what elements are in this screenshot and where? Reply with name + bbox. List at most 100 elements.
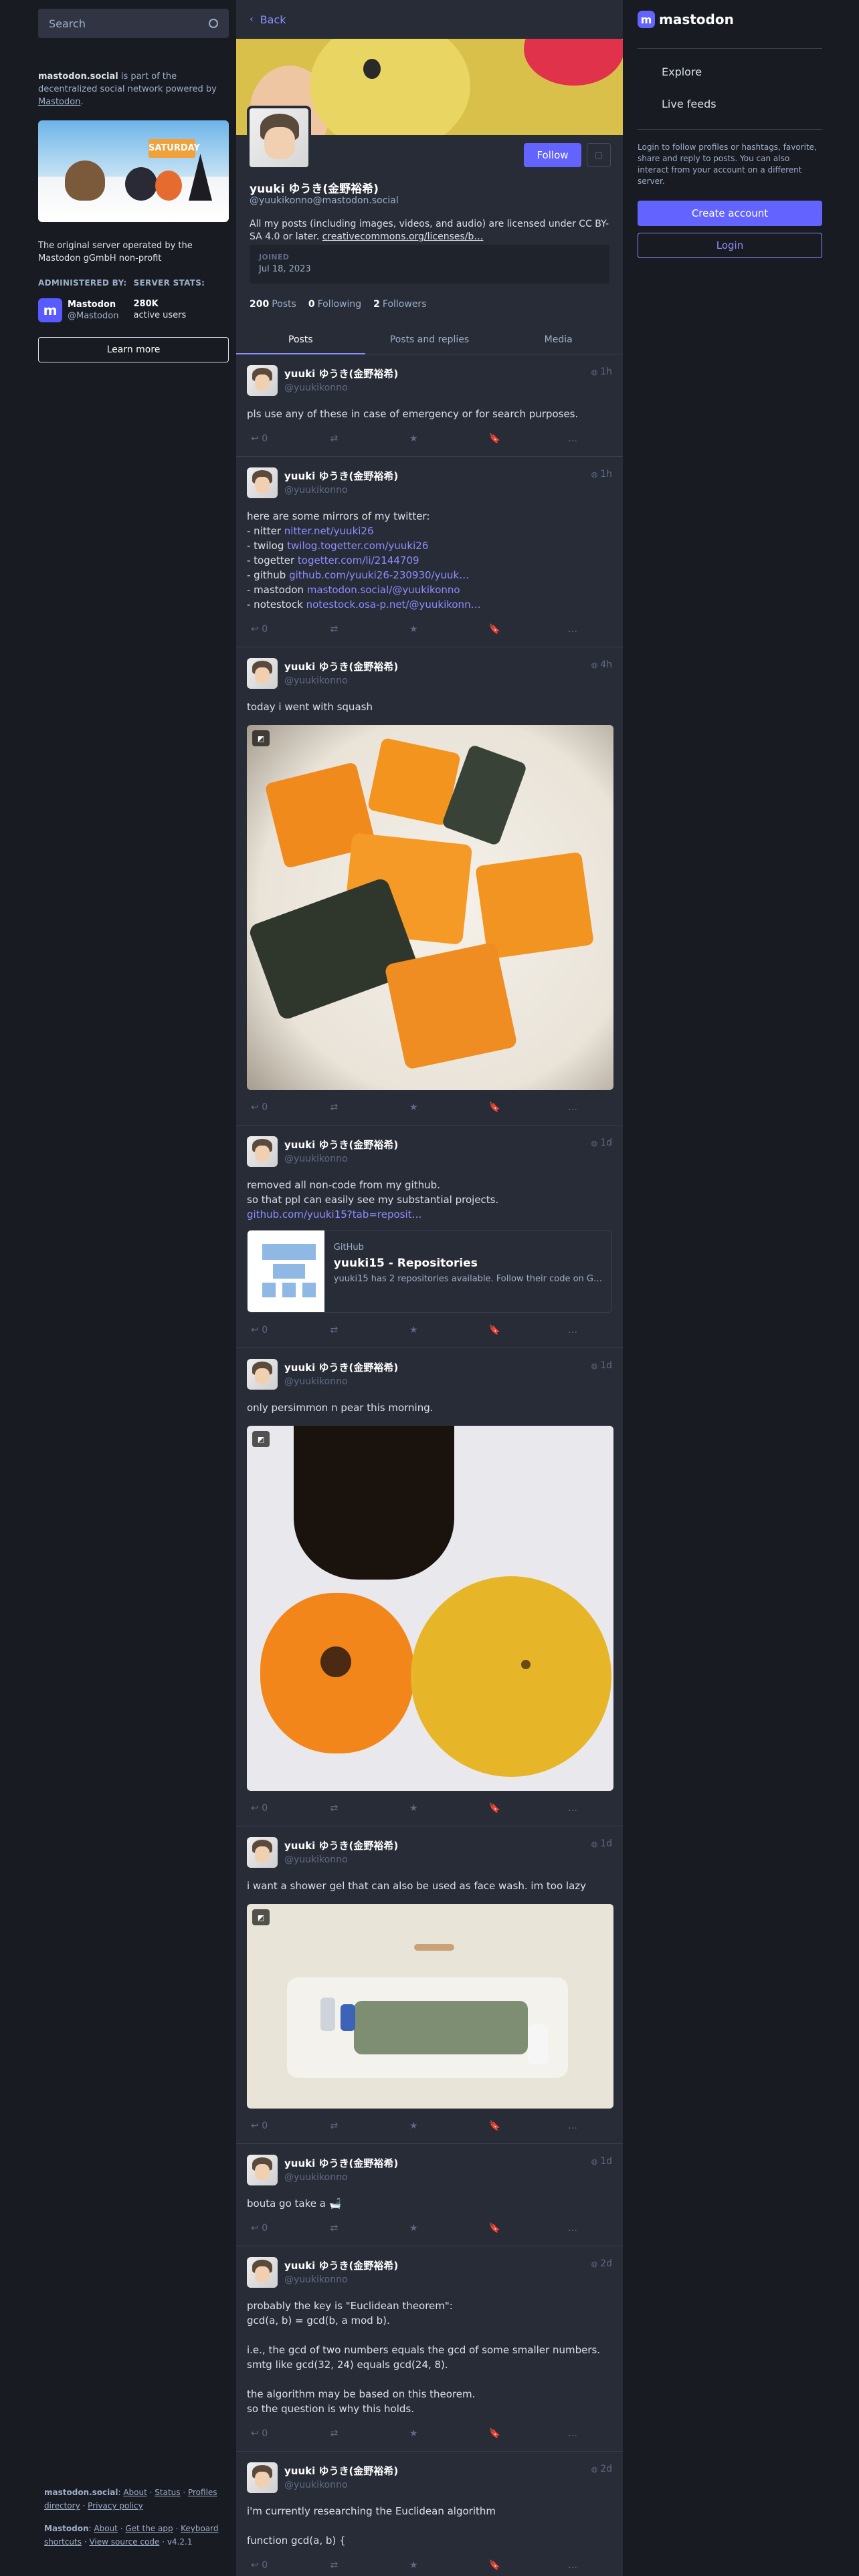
more-button[interactable]: … bbox=[568, 624, 608, 635]
post-image[interactable]: ◩ bbox=[247, 725, 613, 1090]
footer-about-link[interactable]: About bbox=[123, 2488, 147, 2497]
learn-more-button[interactable]: Learn more bbox=[38, 337, 229, 362]
tab-posts[interactable]: Posts bbox=[236, 325, 365, 354]
boost-button[interactable]: ⇄ bbox=[330, 1325, 371, 1335]
brand-logo[interactable]: m mastodon bbox=[638, 0, 822, 39]
bookmark-button[interactable]: 🔖 bbox=[489, 1102, 529, 1113]
post-avatar[interactable] bbox=[247, 2257, 278, 2288]
bookmark-button[interactable]: 🔖 bbox=[489, 2223, 529, 2234]
back-button[interactable]: ‹ Back bbox=[236, 0, 623, 39]
post[interactable]: yuuki ゆうき(金野裕希) @yuukikonno ◍ 1d removed all… bbox=[236, 1125, 623, 1348]
reply-button[interactable]: ↩ 0 bbox=[251, 1102, 291, 1113]
post[interactable]: yuuki ゆうき(金野裕希) @yuukikonno ◍ 1h pls use any… bbox=[236, 354, 623, 457]
post[interactable]: yuuki ゆうき(金野裕希) @yuukikonno ◍ 2d probably th… bbox=[236, 2246, 623, 2452]
more-button[interactable]: … bbox=[568, 1803, 608, 1814]
post-author-name[interactable]: yuuki ゆうき(金野裕希) bbox=[284, 469, 398, 483]
bookmark-button[interactable]: 🔖 bbox=[489, 1803, 529, 1814]
reply-button[interactable]: ↩ 0 bbox=[251, 433, 291, 444]
post[interactable]: yuuki ゆうき(金野裕希) @yuukikonno ◍ 4h today i wen… bbox=[236, 647, 623, 1125]
bookmark-button[interactable]: 🔖 bbox=[489, 433, 529, 444]
post-link[interactable]: notestock.osa-p.net/@yuukikonn… bbox=[306, 599, 481, 611]
reply-button[interactable]: ↩ 0 bbox=[251, 2121, 291, 2131]
post-author-name[interactable]: yuuki ゆうき(金野裕希) bbox=[284, 1360, 398, 1374]
tab-posts-and-replies[interactable]: Posts and replies bbox=[365, 325, 494, 354]
reply-button[interactable]: ↩ 0 bbox=[251, 2428, 291, 2439]
post-avatar[interactable] bbox=[247, 658, 278, 689]
reply-button[interactable]: ↩ 0 bbox=[251, 1803, 291, 1814]
more-options-button[interactable]: ▢ bbox=[587, 143, 611, 167]
footer-status-link[interactable]: Status bbox=[155, 2488, 180, 2497]
media-visibility-icon[interactable]: ◩ bbox=[252, 1909, 270, 1925]
post-time[interactable]: ◍ 2d bbox=[591, 2464, 612, 2474]
post-author-name[interactable]: yuuki ゆうき(金野裕希) bbox=[284, 2258, 398, 2272]
post-author-name[interactable]: yuuki ゆうき(金野裕希) bbox=[284, 2464, 398, 2478]
link-preview-card[interactable]: GitHub yuuki15 - Repositories yuuki15 has … bbox=[247, 1230, 612, 1313]
boost-button[interactable]: ⇄ bbox=[330, 2428, 371, 2439]
footer-source-code-link[interactable]: View source code bbox=[89, 2537, 159, 2547]
boost-button[interactable]: ⇄ bbox=[330, 2560, 371, 2571]
more-button[interactable]: … bbox=[568, 1325, 608, 1335]
more-button[interactable]: … bbox=[568, 2223, 608, 2234]
bookmark-button[interactable]: 🔖 bbox=[489, 1325, 529, 1335]
create-account-button[interactable]: Create account bbox=[638, 201, 822, 226]
follow-button[interactable]: Follow bbox=[524, 143, 581, 167]
media-visibility-icon[interactable]: ◩ bbox=[252, 1431, 270, 1447]
nav-live-feeds[interactable]: Live feeds bbox=[638, 88, 822, 120]
followers-count[interactable]: 2 Followers bbox=[373, 299, 426, 310]
post-time[interactable]: ◍ 1d bbox=[591, 1138, 612, 1148]
favourite-button[interactable]: ★ bbox=[409, 624, 450, 635]
post[interactable]: yuuki ゆうき(金野裕希) @yuukikonno ◍ 1h here are so… bbox=[236, 457, 623, 647]
favourite-button[interactable]: ★ bbox=[409, 2223, 450, 2234]
bookmark-button[interactable]: 🔖 bbox=[489, 2121, 529, 2131]
boost-button[interactable]: ⇄ bbox=[330, 1803, 371, 1814]
post-author-name[interactable]: yuuki ゆうき(金野裕希) bbox=[284, 366, 398, 381]
favourite-button[interactable]: ★ bbox=[409, 1325, 450, 1335]
post-link[interactable]: nitter.net/yuuki26 bbox=[284, 525, 374, 537]
post-avatar[interactable] bbox=[247, 1359, 278, 1390]
boost-button[interactable]: ⇄ bbox=[330, 2223, 371, 2234]
post-time[interactable]: ◍ 4h bbox=[591, 659, 612, 670]
post-avatar[interactable] bbox=[247, 365, 278, 396]
boost-button[interactable]: ⇄ bbox=[330, 2121, 371, 2131]
bio-license-link[interactable]: creativecommons.org/licenses/b… bbox=[322, 231, 484, 242]
favourite-button[interactable]: ★ bbox=[409, 2121, 450, 2131]
post-avatar[interactable] bbox=[247, 2462, 278, 2493]
post-link[interactable]: github.com/yuuki15?tab=reposit… bbox=[247, 1208, 422, 1220]
media-visibility-icon[interactable]: ◩ bbox=[252, 730, 270, 746]
post-author-name[interactable]: yuuki ゆうき(金野裕希) bbox=[284, 1838, 398, 1852]
search-input[interactable]: Search bbox=[38, 9, 229, 38]
favourite-button[interactable]: ★ bbox=[409, 1803, 450, 1814]
post-time[interactable]: ◍ 1h bbox=[591, 469, 612, 479]
post-link[interactable]: twilog.togetter.com/yuuki26 bbox=[287, 540, 428, 552]
more-button[interactable]: … bbox=[568, 1102, 608, 1113]
post-time[interactable]: ◍ 1d bbox=[591, 1360, 612, 1371]
post-avatar[interactable] bbox=[247, 1837, 278, 1868]
post-image[interactable]: ◩ bbox=[247, 1426, 613, 1791]
post-time[interactable]: ◍ 1d bbox=[591, 1838, 612, 1849]
post-author-name[interactable]: yuuki ゆうき(金野裕希) bbox=[284, 1138, 398, 1152]
post[interactable]: yuuki ゆうき(金野裕希) @yuukikonno ◍ 1d bouta go ta… bbox=[236, 2144, 623, 2246]
nav-explore[interactable]: Explore bbox=[638, 56, 822, 88]
more-button[interactable]: … bbox=[568, 2428, 608, 2439]
post[interactable]: yuuki ゆうき(金野裕希) @yuukikonno ◍ 2d i'm current… bbox=[236, 2452, 623, 2576]
post-time[interactable]: ◍ 2d bbox=[591, 2258, 612, 2269]
more-button[interactable]: … bbox=[568, 2560, 608, 2571]
post-time[interactable]: ◍ 1d bbox=[591, 2156, 612, 2167]
admin-account[interactable]: m Mastodon @Mastodon bbox=[38, 298, 134, 322]
bookmark-button[interactable]: 🔖 bbox=[489, 2428, 529, 2439]
more-button[interactable]: … bbox=[568, 433, 608, 444]
post-author-name[interactable]: yuuki ゆうき(金野裕希) bbox=[284, 2156, 398, 2170]
favourite-button[interactable]: ★ bbox=[409, 433, 450, 444]
post-author-name[interactable]: yuuki ゆうき(金野裕希) bbox=[284, 659, 398, 673]
post-avatar[interactable] bbox=[247, 2155, 278, 2185]
reply-button[interactable]: ↩ 0 bbox=[251, 2223, 291, 2234]
post[interactable]: yuuki ゆうき(金野裕希) @yuukikonno ◍ 1d i want a sh… bbox=[236, 1826, 623, 2144]
more-button[interactable]: … bbox=[568, 2121, 608, 2131]
footer-privacy-link[interactable]: Privacy policy bbox=[88, 2501, 143, 2510]
bookmark-button[interactable]: 🔖 bbox=[489, 2560, 529, 2571]
profile-avatar[interactable] bbox=[247, 106, 311, 170]
post-link[interactable]: github.com/yuuki26-230930/yuuk… bbox=[289, 569, 469, 581]
bookmark-button[interactable]: 🔖 bbox=[489, 624, 529, 635]
post-link[interactable]: togetter.com/li/2144709 bbox=[298, 554, 419, 566]
post-time[interactable]: ◍ 1h bbox=[591, 366, 612, 377]
